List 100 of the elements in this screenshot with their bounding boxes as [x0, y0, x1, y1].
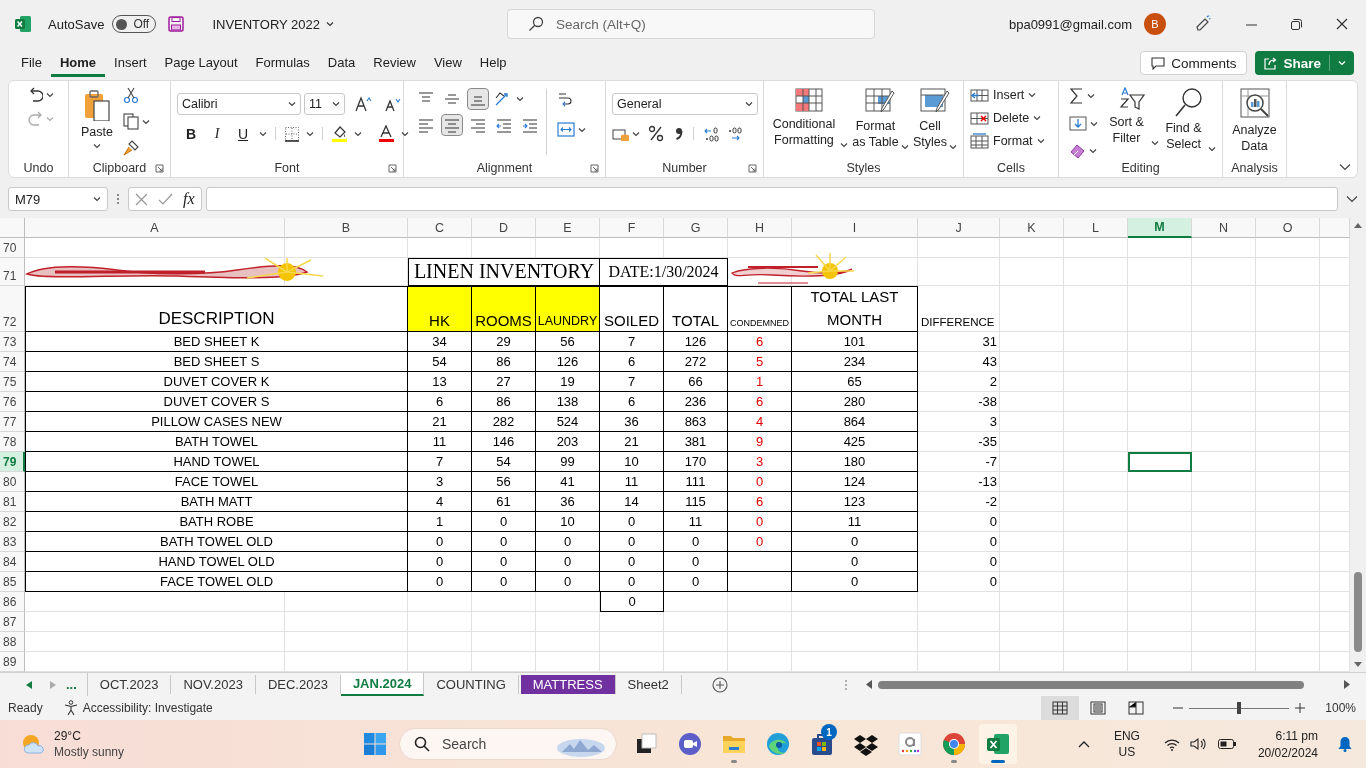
ribbon-tab[interactable]: Formulas [246, 49, 319, 77]
column-header[interactable]: K [1000, 218, 1064, 238]
paste-button[interactable]: Paste [75, 85, 117, 159]
taskbar-button[interactable]: 1 [803, 724, 841, 764]
caret-icon[interactable] [141, 118, 150, 125]
ribbon-button[interactable]: Cell Styles [912, 85, 957, 159]
grow-font-icon[interactable] [355, 96, 372, 112]
horizontal-scrollbar[interactable] [877, 680, 1304, 689]
ribbon-button[interactable]: Sort & Filter [1104, 85, 1159, 159]
save-icon[interactable] [168, 16, 185, 32]
column-header[interactable]: G [664, 218, 728, 238]
align-bottom-icon[interactable] [468, 89, 488, 109]
column-header[interactable]: N [1192, 218, 1256, 238]
row-header[interactable]: 84 [0, 552, 25, 572]
merge-center-icon[interactable] [557, 121, 575, 138]
column-header[interactable]: J [918, 218, 1000, 238]
accessibility-status[interactable]: Accessibility: Investigate [82, 701, 213, 715]
font-size-field[interactable]: 11 [304, 93, 345, 115]
notification-bell-icon[interactable] [1338, 736, 1352, 752]
language-indicator[interactable]: ENG US [1113, 729, 1140, 759]
ribbon-tab[interactable]: Help [470, 49, 516, 77]
row-header[interactable]: 87 [0, 612, 25, 632]
format-painter-icon[interactable] [122, 140, 139, 156]
sheet-tab[interactable]: COUNTING [424, 675, 519, 694]
zoom-level[interactable]: 100% [1325, 701, 1356, 715]
share-button[interactable]: Share [1255, 51, 1354, 75]
caret-icon[interactable] [259, 130, 267, 137]
cut-icon[interactable] [122, 87, 139, 103]
row-header[interactable]: 78 [0, 432, 25, 452]
sheet-tab[interactable]: OCT.2023 [87, 675, 172, 694]
column-header[interactable]: O [1256, 218, 1320, 238]
column-header[interactable]: I [792, 218, 918, 238]
show-hidden-icons-icon[interactable] [1077, 740, 1090, 748]
caret-icon[interactable] [93, 196, 101, 202]
decrease-decimal-icon[interactable] [727, 125, 742, 142]
font-name-field[interactable]: Calibri [177, 93, 301, 115]
ribbon-tab[interactable]: Home [50, 49, 106, 77]
ribbon-button[interactable]: Format [970, 133, 1045, 149]
column-header[interactable]: D [472, 218, 536, 238]
column-header[interactable]: A [25, 218, 285, 238]
sheet-tab[interactable]: NOV.2023 [171, 675, 256, 694]
more-options-icon[interactable] [115, 192, 121, 206]
ribbon-tab[interactable]: Insert [105, 49, 156, 77]
row-header[interactable]: 74 [0, 352, 25, 372]
ribbon-button[interactable]: Format as Table [851, 85, 909, 159]
slider-thumb[interactable] [1237, 702, 1242, 714]
zoom-in-icon[interactable] [1295, 703, 1306, 713]
column-header[interactable]: B [285, 218, 408, 238]
ribbon-button[interactable]: Conditional Formatting [770, 85, 848, 159]
zoom-slider[interactable] [1189, 702, 1290, 714]
battery-icon[interactable] [1217, 739, 1236, 749]
caret-icon[interactable] [332, 101, 340, 107]
sheet-tab[interactable]: DEC.2023 [255, 675, 341, 694]
column-header[interactable]: L [1064, 218, 1128, 238]
percent-icon[interactable] [648, 125, 665, 142]
font-color-icon[interactable] [378, 125, 395, 142]
caret-icon[interactable] [1028, 92, 1037, 98]
bold-button[interactable]: B [181, 125, 201, 142]
row-header[interactable]: 72 [0, 286, 25, 332]
caret-icon[interactable] [1208, 146, 1216, 152]
caret-icon[interactable] [516, 96, 524, 102]
column-header[interactable]: C [408, 218, 472, 238]
ribbon-tab[interactable]: File [12, 49, 51, 77]
row-header[interactable]: 85 [0, 572, 25, 592]
formula-input[interactable] [205, 187, 1338, 211]
scroll-left-icon[interactable] [26, 680, 32, 689]
expand-formula-bar-icon[interactable] [1346, 195, 1358, 203]
row-header[interactable]: 83 [0, 532, 25, 552]
comma-style-icon[interactable] [673, 125, 683, 142]
row-header[interactable]: 88 [0, 632, 25, 652]
caret-icon[interactable] [306, 130, 314, 137]
fill-down-icon[interactable] [1069, 115, 1087, 132]
selected-cell[interactable] [1128, 452, 1192, 472]
collapse-ribbon-icon[interactable] [1339, 163, 1351, 171]
name-box[interactable]: M79 [8, 187, 108, 211]
borders-icon[interactable] [284, 125, 300, 142]
clock[interactable]: 6:11 pm 20/02/2024 [1257, 728, 1318, 760]
ribbon-tab[interactable]: Review [364, 49, 425, 77]
file-name[interactable]: INVENTORY 2022 [212, 16, 321, 32]
comments-button[interactable]: Comments [1140, 51, 1248, 75]
caret-icon[interactable] [1089, 147, 1097, 154]
sheet-tab[interactable]: MATTRESS [520, 675, 616, 694]
ribbon-tab[interactable]: View [424, 49, 471, 77]
row-header[interactable]: 89 [0, 652, 25, 672]
analyze-data-button[interactable]: Analyze Data [1229, 85, 1280, 159]
scroll-left-icon[interactable] [865, 680, 872, 689]
volume-icon[interactable] [1189, 737, 1208, 751]
caret-icon[interactable] [326, 21, 335, 27]
row-header[interactable]: 80 [0, 472, 25, 492]
close-icon[interactable] [1336, 18, 1348, 30]
orientation-icon[interactable] [494, 91, 510, 107]
caret-icon[interactable] [354, 130, 362, 137]
caret-icon[interactable] [1090, 120, 1098, 127]
dialog-launcher-icon[interactable] [155, 164, 164, 173]
ribbon-button[interactable]: Delete [970, 110, 1045, 126]
column-header[interactable]: F [600, 218, 664, 238]
increase-decimal-icon[interactable] [704, 125, 719, 142]
caret-icon[interactable] [632, 130, 640, 137]
caret-icon[interactable] [93, 143, 101, 149]
row-header[interactable]: 73 [0, 332, 25, 352]
